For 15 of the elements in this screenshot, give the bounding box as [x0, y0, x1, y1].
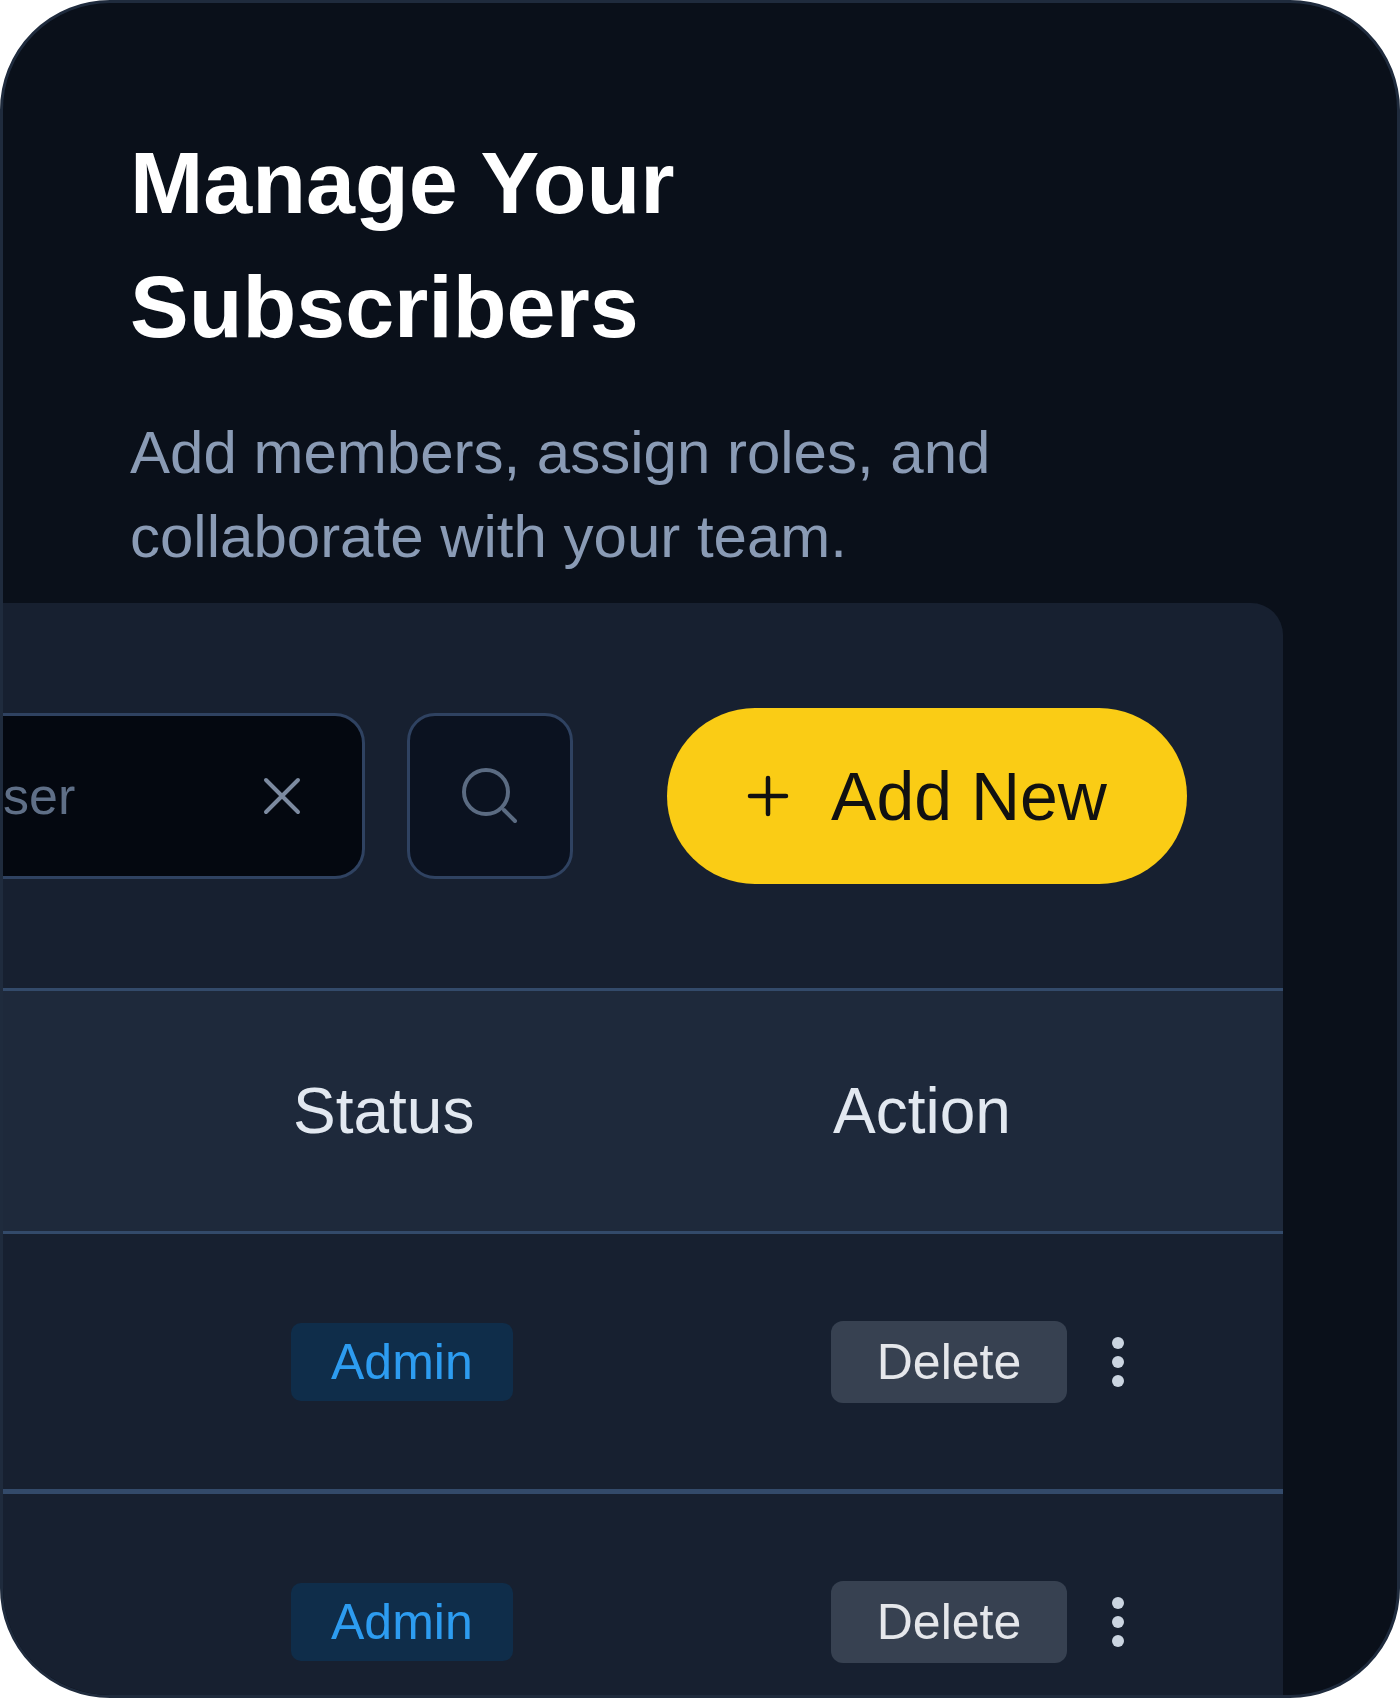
column-header: Action	[833, 1074, 1012, 1148]
role-badge: Admin	[291, 1582, 513, 1661]
search-field[interactable]: ser	[3, 712, 365, 879]
close-icon[interactable]	[262, 775, 302, 816]
role-badge: Admin	[291, 1322, 513, 1401]
page-subtitle: Add members, assign roles, and collaborate with your team.	[130, 418, 992, 572]
more-icon[interactable]	[1111, 1335, 1125, 1388]
search-button[interactable]	[407, 712, 573, 879]
page-title: Manage Your Subscribers	[130, 132, 676, 358]
column-header: Status	[293, 1074, 476, 1148]
delete-button[interactable]: Delete	[831, 1580, 1067, 1663]
delete-button[interactable]: Delete	[831, 1320, 1067, 1403]
more-icon[interactable]	[1111, 1595, 1125, 1648]
add-new-button[interactable]: Add New	[667, 707, 1187, 884]
plus-icon	[747, 774, 790, 817]
